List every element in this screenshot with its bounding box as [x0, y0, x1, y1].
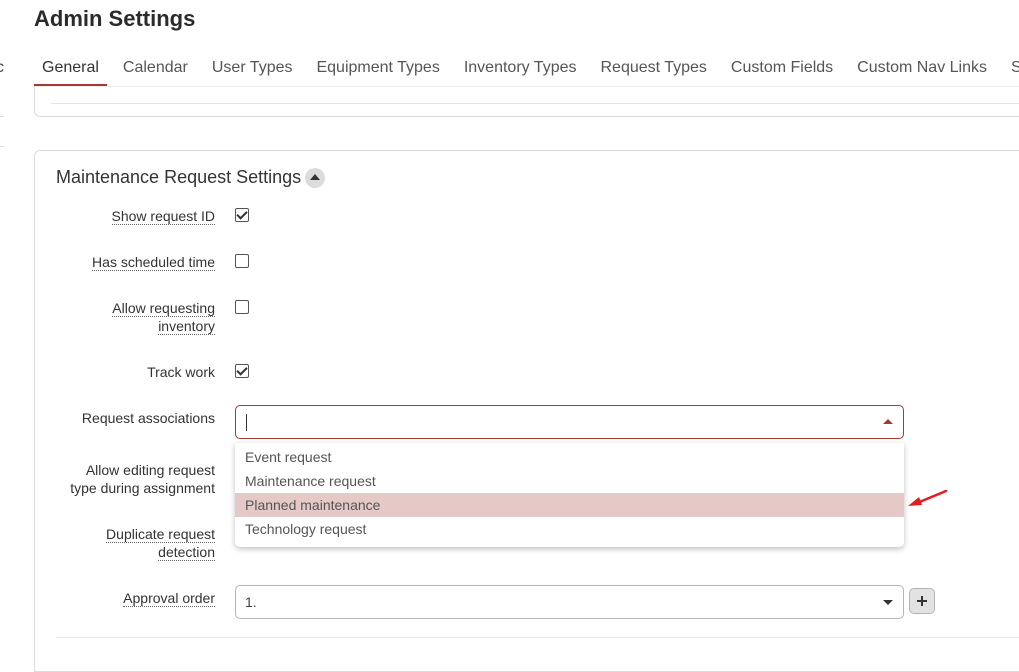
request-associations-label: Request associations — [81, 410, 215, 426]
caret-down-icon[interactable] — [883, 600, 893, 605]
tab-custom-nav-links[interactable]: Custom Nav Links — [849, 52, 995, 86]
tab-inventory-types[interactable]: Inventory Types — [456, 52, 585, 86]
show-request-id-label: Show request ID — [111, 208, 215, 225]
approval-order-label: Approval order — [123, 590, 215, 607]
approval-order-value: 1. — [245, 594, 257, 610]
text-cursor — [246, 414, 247, 431]
track-work-checkbox[interactable] — [235, 364, 249, 378]
duplicate-request-detection-label: Duplicate request detection — [106, 526, 215, 561]
option-maintenance-request[interactable]: Maintenance request — [235, 469, 904, 493]
option-technology-request[interactable]: Technology request — [235, 517, 904, 541]
annotation-arrow-icon — [908, 489, 948, 506]
add-approval-button[interactable] — [909, 588, 935, 614]
previous-settings-card — [34, 86, 1019, 117]
tab-custom-fields[interactable]: Custom Fields — [723, 52, 841, 86]
option-event-request[interactable]: Event request — [235, 445, 904, 469]
request-associations-dropdown: Event request Maintenance request Planne… — [235, 443, 904, 547]
divider — [0, 146, 4, 147]
section-header: Maintenance Request Settings — [56, 167, 326, 188]
show-request-id-checkbox[interactable] — [235, 208, 249, 222]
tab-equipment-types[interactable]: Equipment Types — [308, 52, 447, 86]
allow-editing-request-type-label: Allow editing request type during assign… — [70, 462, 215, 496]
tab-security[interactable]: Sec — [1003, 52, 1019, 86]
track-work-label: Track work — [147, 364, 215, 380]
tab-request-types[interactable]: Request Types — [592, 52, 714, 86]
collapse-up-icon[interactable] — [305, 167, 326, 188]
allow-requesting-inventory-checkbox[interactable] — [235, 300, 249, 314]
approval-order-select[interactable]: 1. — [235, 585, 904, 619]
has-scheduled-time-label: Has scheduled time — [92, 254, 215, 271]
caret-up-icon[interactable] — [883, 419, 893, 424]
request-associations-select[interactable] — [235, 405, 904, 439]
settings-tabs: General Calendar User Types Equipment Ty… — [34, 52, 1019, 86]
divider — [0, 116, 4, 117]
tab-user-types[interactable]: User Types — [204, 52, 301, 86]
section-title: Maintenance Request Settings — [56, 167, 302, 187]
tab-general[interactable]: General — [34, 52, 107, 86]
option-planned-maintenance[interactable]: Planned maintenance — [235, 493, 904, 517]
page-title: Admin Settings — [34, 6, 196, 31]
has-scheduled-time-checkbox[interactable] — [235, 254, 249, 268]
truncated-sidebar-text: c — [0, 59, 4, 76]
allow-requesting-inventory-label: Allow requesting inventory — [112, 300, 215, 335]
divider — [56, 637, 1019, 638]
tab-calendar[interactable]: Calendar — [115, 52, 196, 86]
